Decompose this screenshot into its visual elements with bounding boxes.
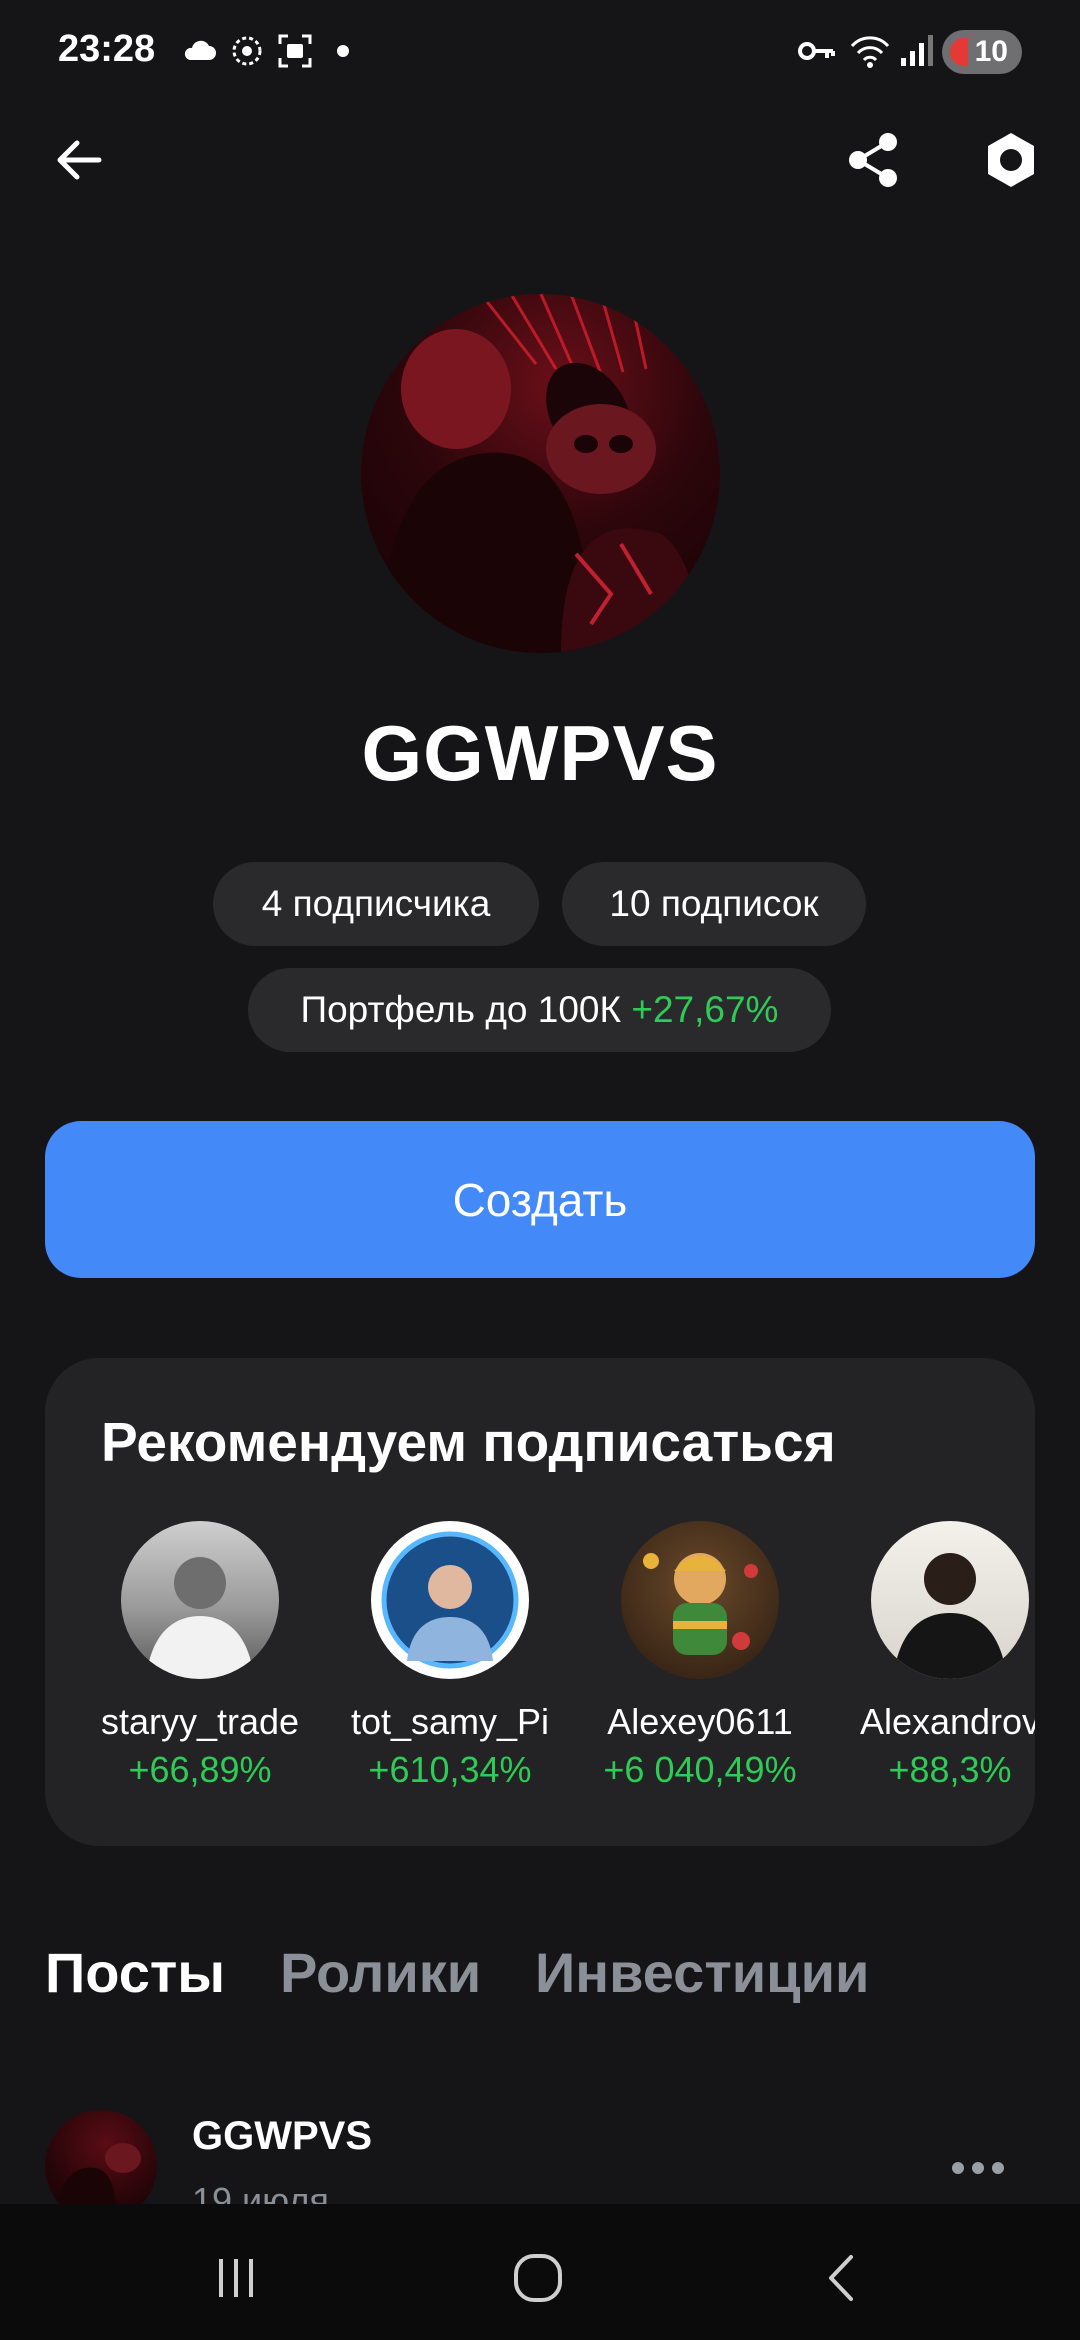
key-icon — [798, 42, 835, 60]
share-button[interactable] — [839, 125, 909, 195]
recommend-item[interactable]: tot_samy_Pi +610,34% — [335, 1521, 565, 1791]
following-pill[interactable]: 10 подписок — [562, 862, 866, 946]
followers-pill[interactable]: 4 подписчика — [213, 862, 539, 946]
status-time: 23:28 — [58, 28, 156, 70]
battery-level: 10 — [974, 35, 1008, 68]
avatar — [621, 1521, 779, 1679]
recommend-gain: +88,3% — [888, 1749, 1012, 1790]
portfolio-gain: +27,67% — [631, 989, 779, 1030]
settings-icon — [988, 133, 1034, 187]
home-button[interactable] — [498, 2238, 578, 2318]
create-button[interactable]: Создать — [45, 1121, 1035, 1278]
tab-reels[interactable]: Ролики — [280, 1940, 481, 2005]
battery-icon: 10 — [942, 30, 1022, 74]
brain-icon — [232, 36, 262, 66]
profile-avatar[interactable] — [361, 294, 720, 653]
avatar — [121, 1521, 279, 1679]
avatar — [871, 1521, 1029, 1679]
signal-icon — [901, 35, 933, 66]
cloud-icon — [184, 40, 216, 60]
profile-name: GGWPVS — [361, 709, 719, 797]
home-icon — [514, 2254, 562, 2302]
tab-investments[interactable]: Инвестиции — [535, 1940, 869, 2005]
recommend-gain: +6 040,49% — [603, 1749, 797, 1790]
system-back-button[interactable] — [802, 2238, 882, 2318]
back-arrow-icon — [57, 140, 102, 180]
recommend-gain: +66,89% — [128, 1749, 272, 1790]
share-icon — [849, 133, 897, 187]
back-button[interactable] — [44, 125, 114, 195]
recommend-name: Alexey0611 — [607, 1701, 793, 1742]
create-button-label: Создать — [452, 1173, 628, 1226]
recommend-card: Рекомендуем подписаться staryy_trade +66… — [45, 1358, 1035, 1846]
recommend-item[interactable]: Alexey0611 +6 040,49% — [585, 1521, 815, 1791]
portfolio-label: Портфель до 100К — [300, 989, 622, 1030]
recommend-item[interactable]: staryy_trade +66,89% — [85, 1521, 315, 1791]
avatar — [371, 1521, 529, 1679]
notification-dot — [337, 45, 349, 57]
avatar-photo — [381, 294, 701, 653]
recent-apps-icon — [219, 2259, 253, 2297]
recommend-name: Alexandrov — [859, 1701, 1035, 1742]
tab-posts[interactable]: Посты — [45, 1940, 225, 2005]
recommend-name: staryy_trade — [100, 1701, 300, 1742]
more-options-icon[interactable] — [952, 2162, 1004, 2176]
followers-count: 4 подписчика — [261, 883, 491, 924]
post-author[interactable]: GGWPVS — [192, 2114, 372, 2159]
chevron-left-icon — [829, 2255, 853, 2301]
recommend-item[interactable]: Alexandrov +88,3% — [835, 1521, 1035, 1791]
settings-button[interactable] — [976, 125, 1046, 195]
recommend-title: Рекомендуем подписаться — [101, 1411, 836, 1473]
status-bar: 23:28 10 — [0, 0, 1080, 100]
recent-apps-button[interactable] — [196, 2238, 276, 2318]
portfolio-pill[interactable]: Портфель до 100К +27,67% — [248, 968, 831, 1052]
wifi-icon — [850, 36, 890, 68]
recommend-name: tot_samy_Pi — [350, 1701, 550, 1742]
screenshot-icon — [278, 34, 312, 68]
recommend-gain: +610,34% — [368, 1749, 532, 1790]
following-count: 10 подписок — [609, 883, 819, 924]
